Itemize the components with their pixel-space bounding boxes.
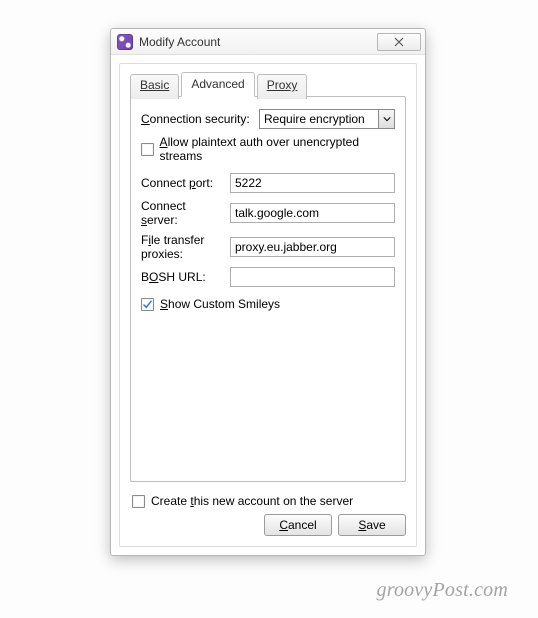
row-connection-security: Connection security: — [141, 109, 395, 129]
tab-strip: Basic Advanced Proxy — [130, 72, 406, 97]
tab-basic-label: Basic — [140, 78, 169, 92]
watermark: groovyPost.com — [377, 579, 508, 602]
cancel-button[interactable]: Cancel — [264, 514, 332, 536]
input-connect-server[interactable] — [230, 203, 395, 223]
close-icon — [394, 37, 404, 47]
row-show-custom-smileys[interactable]: Show Custom Smileys — [141, 297, 395, 311]
chevron-down-icon[interactable] — [378, 110, 394, 128]
checkbox-allow-plaintext[interactable] — [141, 143, 154, 156]
tab-proxy[interactable]: Proxy — [257, 74, 308, 99]
tab-proxy-label: Proxy — [267, 78, 298, 92]
label-connect-server: Connect server: — [141, 199, 224, 227]
row-allow-plaintext[interactable]: Allow plaintext auth over unencrypted st… — [141, 135, 395, 163]
close-button[interactable] — [377, 33, 421, 51]
button-row: Cancel Save — [130, 514, 406, 536]
tab-basic[interactable]: Basic — [130, 74, 179, 99]
label-file-transfer-proxies: File transfer proxies: — [141, 233, 224, 261]
tab-advanced[interactable]: Advanced — [181, 72, 254, 97]
app-icon — [117, 34, 133, 50]
window-title: Modify Account — [139, 35, 371, 49]
tab-panel-advanced: Connection security: Allow plaintext aut… — [130, 96, 406, 482]
tab-advanced-label: Advanced — [191, 77, 244, 91]
inner-frame: Basic Advanced Proxy Connection security… — [119, 63, 417, 547]
label-connection-security: Connection security: — [141, 112, 253, 126]
client-area: Basic Advanced Proxy Connection security… — [111, 55, 425, 555]
modify-account-window: Modify Account Basic Advanced Proxy Conn… — [110, 28, 426, 556]
row-connect-server: Connect server: — [141, 199, 395, 227]
connection-security-value[interactable] — [259, 109, 395, 129]
titlebar: Modify Account — [111, 29, 425, 55]
row-connect-port: Connect port: — [141, 173, 395, 193]
input-file-transfer-proxies[interactable] — [230, 237, 395, 257]
label-allow-plaintext: Allow plaintext auth over unencrypted st… — [160, 135, 395, 163]
label-connect-port: Connect port: — [141, 176, 224, 190]
row-bosh-url: BOSH URL: — [141, 267, 395, 287]
input-bosh-url[interactable] — [230, 267, 395, 287]
checkbox-create-account[interactable] — [132, 495, 145, 508]
row-create-account[interactable]: Create this new account on the server — [132, 494, 406, 508]
label-bosh-url: BOSH URL: — [141, 270, 224, 284]
row-file-transfer-proxies: File transfer proxies: — [141, 233, 395, 261]
input-connect-port[interactable] — [230, 173, 395, 193]
footer: Create this new account on the server Ca… — [130, 490, 406, 536]
label-create-account: Create this new account on the server — [151, 494, 353, 508]
checkbox-show-custom-smileys[interactable] — [141, 298, 154, 311]
connection-security-combo[interactable] — [259, 109, 395, 129]
label-show-custom-smileys: Show Custom Smileys — [160, 297, 280, 311]
save-button[interactable]: Save — [338, 514, 406, 536]
